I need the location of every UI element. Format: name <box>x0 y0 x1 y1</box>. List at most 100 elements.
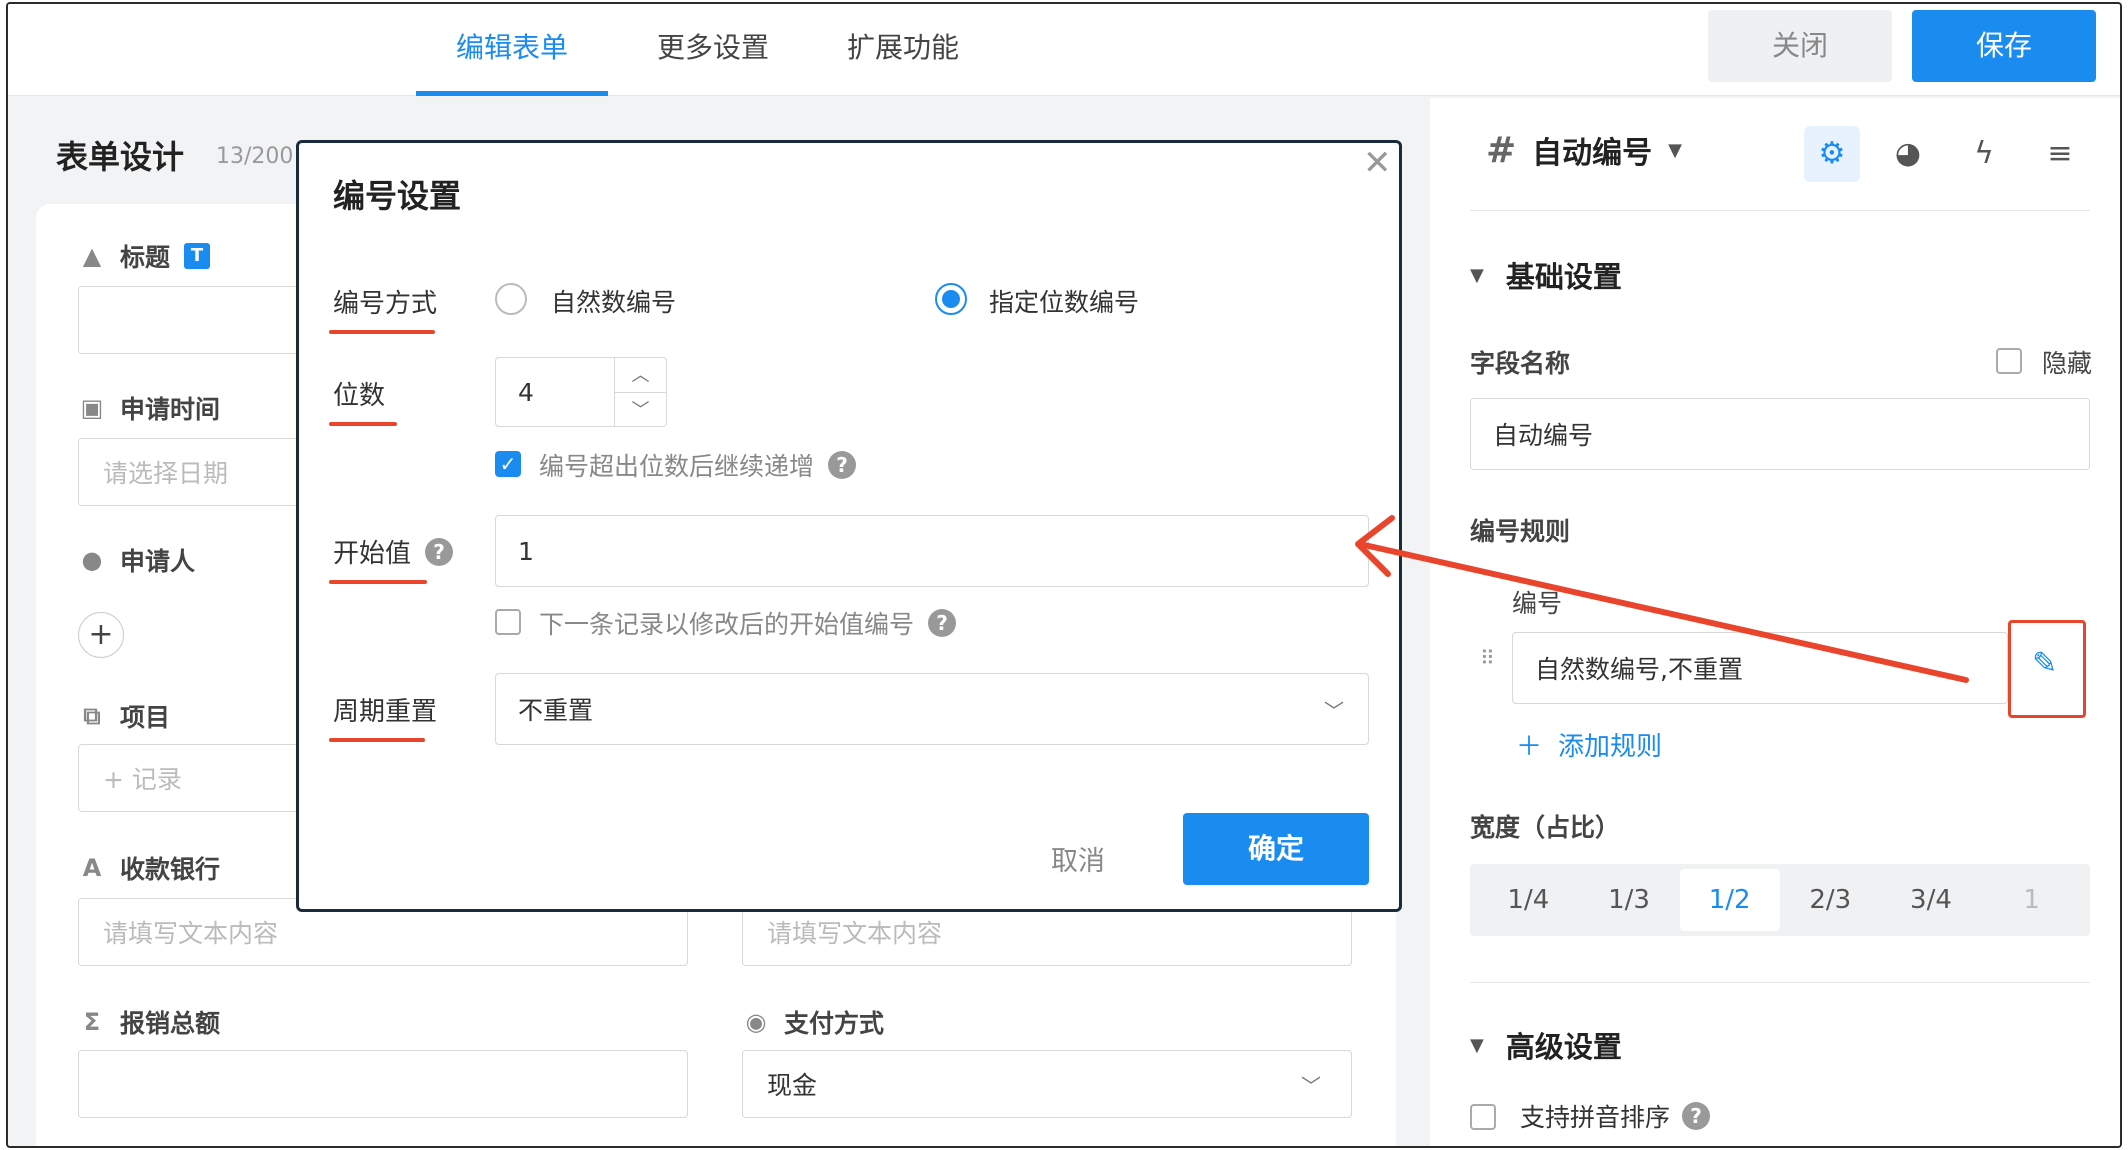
save-button[interactable]: 保存 <box>1912 10 2096 82</box>
title-label: 标题 <box>120 243 171 272</box>
field-name-label: 字段名称 <box>1470 349 1571 378</box>
help-icon[interactable]: ? <box>425 537 454 566</box>
pinyin-option: 支持拼音排序 ? <box>1520 1098 1711 1134</box>
add-rule-button[interactable]: ＋ 添加规则 <box>1516 726 1662 763</box>
reset-label: 周期重置 <box>329 691 438 742</box>
start-label-text: 开始值 <box>333 539 412 569</box>
basic-settings-title: 基础设置 <box>1505 260 1622 294</box>
annotation-underline <box>329 738 425 742</box>
time-label: 申请时间 <box>120 395 221 424</box>
annotation-underline <box>329 330 435 334</box>
applicant-label: 申请人 <box>120 547 196 576</box>
help-icon[interactable]: ? <box>1682 1102 1711 1130</box>
advanced-settings-header[interactable]: ▼ 高级设置 <box>1470 1024 1622 1066</box>
payment-select[interactable]: 现金 ﹀ <box>742 1050 1352 1118</box>
help-icon[interactable]: ? <box>828 451 857 479</box>
tab-more-settings[interactable]: 更多设置 <box>618 4 808 96</box>
field-count: 13/200 <box>216 144 294 169</box>
digits-stepper[interactable]: ︿ ﹀ <box>615 357 667 427</box>
option-fixed-label[interactable]: 指定位数编号 <box>989 283 1139 319</box>
overflow-checkbox[interactable]: ✓ <box>495 451 521 477</box>
payment-label: 支付方式 <box>784 1009 885 1038</box>
add-member-button[interactable]: + <box>78 612 124 658</box>
width-option[interactable]: 1/3 <box>1579 869 1679 931</box>
field-name-input[interactable]: 自动编号 <box>1470 398 2090 470</box>
digits-label-text: 位数 <box>333 381 386 411</box>
radio-natural[interactable] <box>495 283 527 315</box>
tab-extensions[interactable]: 扩展功能 <box>808 4 998 96</box>
next-record-checkbox[interactable] <box>495 609 521 635</box>
rule-item-input[interactable]: 自然数编号,不重置 <box>1512 632 2008 704</box>
rules-label: 编号规则 <box>1470 517 1571 546</box>
advanced-settings-title: 高级设置 <box>1505 1030 1622 1064</box>
cancel-button[interactable]: 取消 <box>1051 839 1105 878</box>
plus-icon: ＋ <box>1516 732 1543 762</box>
sort-icon[interactable]: ≡ <box>2032 126 2088 182</box>
chevron-down-icon: ﹀ <box>1301 1073 1321 1098</box>
app-window: 编辑表单 更多设置 扩展功能 关闭 保存 表单设计 13/200 ▲ 标题 T … <box>6 2 2122 1148</box>
total-label: 报销总额 <box>120 1009 221 1038</box>
field-label-title[interactable]: ▲ 标题 T <box>78 238 211 274</box>
divider <box>1470 982 2090 983</box>
rule-item-label: 编号 <box>1512 589 1563 618</box>
payment-value: 现金 <box>767 1071 818 1100</box>
overflow-option: 编号超出位数后继续递增 ? <box>539 447 857 483</box>
reset-label-text: 周期重置 <box>333 697 438 727</box>
confirm-button[interactable]: 确定 <box>1183 813 1369 885</box>
gear-icon[interactable]: ⚙ <box>1804 126 1860 182</box>
tab-edit-form[interactable]: 编辑表单 <box>416 4 608 96</box>
divider <box>1470 210 2090 211</box>
start-value-input[interactable]: 1 <box>495 515 1369 587</box>
radio-fixed-digits[interactable] <box>935 283 967 315</box>
collapse-triangle-icon: ▼ <box>1470 1034 1484 1056</box>
width-option-selected[interactable]: 1/2 <box>1679 869 1780 931</box>
close-button[interactable]: 关闭 <box>1708 10 1892 82</box>
chevron-down-icon: ﹀ <box>1324 698 1344 723</box>
width-option[interactable]: 3/4 <box>1881 869 1981 931</box>
field-label-project[interactable]: ⧉ 项目 <box>78 698 170 734</box>
method-label: 编号方式 <box>329 283 438 334</box>
project-label: 项目 <box>120 703 171 732</box>
pinyin-checkbox[interactable] <box>1470 1104 1496 1130</box>
dialog-title: 编号设置 <box>333 177 462 215</box>
width-segmented: 1/4 1/3 1/2 2/3 3/4 1 <box>1470 864 2090 936</box>
annotation-underline <box>329 580 427 584</box>
page-title: 表单设计 <box>56 138 185 176</box>
field-label-applicant[interactable]: ● 申请人 <box>78 542 196 578</box>
reset-select[interactable]: 不重置 ﹀ <box>495 673 1369 745</box>
calendar-icon: ▣ <box>80 394 104 422</box>
field-label-time[interactable]: ▣ 申请时间 <box>78 390 220 426</box>
help-icon[interactable]: ? <box>928 609 957 637</box>
digits-input[interactable]: 4 <box>495 357 615 427</box>
drag-handle-icon[interactable]: ⠿ <box>1480 646 1495 670</box>
field-label-bank[interactable]: A 收款银行 <box>78 850 220 886</box>
width-option[interactable]: 1/4 <box>1478 869 1578 931</box>
sum-icon: Σ <box>83 1008 101 1036</box>
numbering-settings-dialog: 编号设置 ✕ 编号方式 自然数编号 指定位数编号 位数 4 ︿ ﹀ ✓ 编号超出… <box>296 140 1402 912</box>
shapes-icon: ▲ <box>82 242 102 270</box>
next-record-option: 下一条记录以修改后的开始值编号 ? <box>539 605 957 641</box>
reset-value: 不重置 <box>518 696 594 725</box>
method-label-text: 编号方式 <box>333 289 438 319</box>
width-option[interactable]: 1 <box>1982 869 2082 931</box>
bank-label: 收款银行 <box>120 855 221 884</box>
field-label-total[interactable]: Σ 报销总额 <box>78 1004 220 1040</box>
chevron-up-icon[interactable]: ︿ <box>615 358 666 393</box>
palette-icon[interactable]: ◕ <box>1880 126 1936 182</box>
width-label: 宽度（占比） <box>1470 813 1621 842</box>
close-icon[interactable]: ✕ <box>1363 143 1392 183</box>
field-type-selector[interactable]: # 自动编号 ▼ <box>1486 128 1682 172</box>
total-field[interactable] <box>78 1050 688 1118</box>
user-icon: ● <box>81 546 103 574</box>
next-record-label: 下一条记录以修改后的开始值编号 <box>539 610 915 639</box>
option-natural-label[interactable]: 自然数编号 <box>551 283 676 319</box>
chevron-down-icon[interactable]: ﹀ <box>615 393 666 428</box>
basic-settings-header[interactable]: ▼ 基础设置 <box>1470 254 1622 296</box>
add-rule-label: 添加规则 <box>1558 732 1663 762</box>
field-label-payment[interactable]: ◉ 支付方式 <box>742 1004 885 1040</box>
hide-checkbox[interactable] <box>1996 348 2022 374</box>
width-option[interactable]: 2/3 <box>1780 869 1880 931</box>
lightning-icon[interactable]: ϟ <box>1956 126 2012 182</box>
annotation-underline <box>329 422 397 426</box>
pinyin-label: 支持拼音排序 <box>1520 1103 1671 1132</box>
